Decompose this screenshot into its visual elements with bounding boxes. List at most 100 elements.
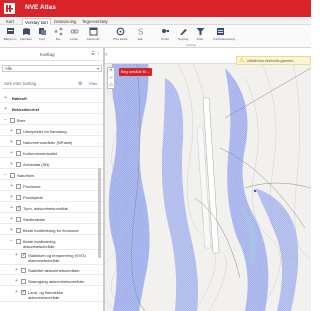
window-button[interactable]: Kartvindu xyxy=(86,27,100,45)
ribbon-group-label: Verktøy xyxy=(186,43,197,47)
layer-checkbox[interactable] xyxy=(21,289,26,295)
layer-checkbox[interactable] xyxy=(16,239,21,244)
collapse-icon[interactable]: − xyxy=(9,238,14,244)
layer-checkbox[interactable] xyxy=(21,252,26,258)
expand-icon[interactable]: + xyxy=(9,139,14,145)
home-icon[interactable]: ⌂ xyxy=(108,82,114,89)
list-item[interactable]: + Arealdata (SN) ⋯ xyxy=(0,160,103,169)
info-icon[interactable]: ⋯ xyxy=(97,97,100,101)
layer-checkbox[interactable] xyxy=(10,173,15,178)
tab-verktoy-kart[interactable]: Verktøy kart xyxy=(22,18,51,25)
list-item[interactable]: + Strømgang aktsomhetsområder ⋯ xyxy=(0,277,103,286)
map-button[interactable]: Fjernkart xyxy=(19,27,33,45)
nve-logo-icon xyxy=(4,3,15,14)
ribbon-toolbar: Bakgrunn Fjernkart Kopi Del Lenke Kartvi… xyxy=(0,25,311,48)
warning-banner[interactable]: ⚠ Utfallet kan inneholde gammel... xyxy=(236,56,311,65)
gear-icon[interactable]: ⚙ xyxy=(78,81,82,87)
expand-icon[interactable]: + xyxy=(14,278,19,284)
expand-icon[interactable]: + xyxy=(9,161,14,167)
collapse-icon[interactable]: − xyxy=(3,117,8,123)
share-button[interactable]: Del xyxy=(51,27,65,45)
search-button[interactable]: S Søk xyxy=(133,27,147,45)
tab-datavisning[interactable]: Datavisning xyxy=(52,18,78,25)
list-item[interactable]: − Beste kvalitetsring aktsomhetsområder xyxy=(0,237,103,250)
list-item[interactable]: + Land- og flomdekke aktsomhetsområder ⋯ xyxy=(0,288,103,302)
list-item[interactable]: + Stedfestelse ⋯ xyxy=(0,215,103,224)
point-button[interactable]: Punkt xyxy=(158,27,172,45)
title-bar: NVE Atlas xyxy=(0,0,311,17)
list-item[interactable]: − Naturflom xyxy=(0,171,103,180)
layers-button[interactable]: Bakgrunn xyxy=(3,27,17,45)
expand-icon[interactable]: + xyxy=(9,227,14,233)
layer-checkbox[interactable] xyxy=(10,118,15,123)
expand-icon[interactable]: + xyxy=(9,205,14,211)
layer-checkbox[interactable] xyxy=(16,205,21,211)
layer-checkbox[interactable] xyxy=(21,279,26,284)
info-icon[interactable]: ⋯ xyxy=(97,163,100,167)
expand-icon[interactable]: + xyxy=(3,106,8,112)
table-button[interactable]: Forhåndsvisning xyxy=(213,27,235,45)
layer-checkbox[interactable] xyxy=(16,184,21,189)
location-marker-icon[interactable] xyxy=(253,189,257,193)
expand-icon[interactable]: + xyxy=(9,194,14,200)
layer-checkbox[interactable] xyxy=(16,151,21,156)
list-item[interactable]: + Stabilisert og temperering (SVG) aktso… xyxy=(0,251,103,265)
expand-icon[interactable]: + xyxy=(9,216,14,222)
list-item[interactable]: + Bekksikkerhet ⋯ xyxy=(0,105,103,114)
panel-controls: ☰‹ xyxy=(91,51,101,57)
print-button[interactable]: Print kartet xyxy=(113,27,128,45)
expand-icon[interactable]: + xyxy=(14,267,19,273)
zoom-in-button[interactable]: + xyxy=(108,68,114,75)
collapse-icon[interactable]: − xyxy=(3,172,8,178)
layer-checkbox[interactable] xyxy=(16,228,21,233)
panel-scrollbar[interactable] xyxy=(98,168,101,258)
layer-filter-dropdown[interactable]: Alle ▾ xyxy=(2,65,102,72)
layer-checkbox[interactable] xyxy=(21,268,26,273)
expand-icon[interactable]: + xyxy=(9,183,14,189)
panel-header: Kartlag ☰‹ xyxy=(0,48,103,61)
layer-checkbox[interactable] xyxy=(16,195,21,200)
info-icon[interactable]: ⋯ xyxy=(97,108,100,112)
info-icon[interactable]: ⋯ xyxy=(97,152,100,156)
map-view[interactable] xyxy=(105,48,311,311)
info-icon[interactable]: ⋯ xyxy=(97,269,100,273)
zoom-out-button[interactable]: − xyxy=(108,75,114,82)
filter-link[interactable]: Filter xyxy=(89,82,97,86)
area-selection-button[interactable]: Beg område Er... xyxy=(119,68,152,76)
list-item[interactable]: + Beste kvalitetsring for flomsone ⋯ xyxy=(0,226,103,235)
list-item[interactable]: + Naturvernområder (NPaste) ⋯ xyxy=(0,138,103,147)
info-icon[interactable]: ⋯ xyxy=(97,130,100,134)
expand-icon[interactable]: + xyxy=(14,252,19,258)
layer-checkbox[interactable] xyxy=(16,129,21,134)
search-input[interactable] xyxy=(4,81,74,86)
expand-icon[interactable]: + xyxy=(9,150,14,156)
list-item[interactable]: + Kulturminnelokaltet ⋯ xyxy=(0,149,103,158)
expand-icon[interactable]: + xyxy=(9,128,14,134)
collapse-icon[interactable]: ‹ xyxy=(97,51,101,57)
copy-button[interactable]: Kopi xyxy=(35,27,49,45)
window-icon xyxy=(89,27,97,36)
expand-icon[interactable]: + xyxy=(3,95,8,101)
info-icon[interactable]: ⋯ xyxy=(97,280,100,284)
list-item[interactable]: + Ulempekler for flamdaug ⋯ xyxy=(0,127,103,136)
layer-search: ⚙ Filter xyxy=(2,80,102,89)
list-item[interactable]: + Bakkoff ⋯ xyxy=(0,94,103,103)
info-icon[interactable]: ⋯ xyxy=(97,291,100,295)
list-item[interactable]: + Tynn, aktsomhetsområde ⋯ xyxy=(0,204,103,213)
info-icon[interactable]: ⋯ xyxy=(97,141,100,145)
list-item[interactable]: − Bree xyxy=(0,116,103,125)
map-canvas[interactable] xyxy=(105,48,311,311)
layer-checkbox[interactable] xyxy=(16,140,21,145)
list-item[interactable]: + Stabilitet aktsomhetsområder ⋯ xyxy=(0,266,103,275)
expand-icon[interactable]: + xyxy=(14,289,19,295)
list-item[interactable]: + Flomdybde ⋯ xyxy=(0,193,103,202)
list-item[interactable]: + Flomsone ⋯ xyxy=(0,182,103,191)
tab-tegneverktoy[interactable]: Tegneverktøy xyxy=(80,18,110,25)
dropdown-value: Alle xyxy=(5,66,12,71)
layer-checkbox[interactable] xyxy=(16,217,21,222)
panel-divider[interactable] xyxy=(104,48,105,311)
link-button[interactable]: Lenke xyxy=(67,27,81,45)
layer-checkbox[interactable] xyxy=(16,162,21,167)
chevron-left-icon[interactable]: ‹ xyxy=(105,52,113,60)
tab-kart[interactable]: Kart xyxy=(4,18,16,25)
